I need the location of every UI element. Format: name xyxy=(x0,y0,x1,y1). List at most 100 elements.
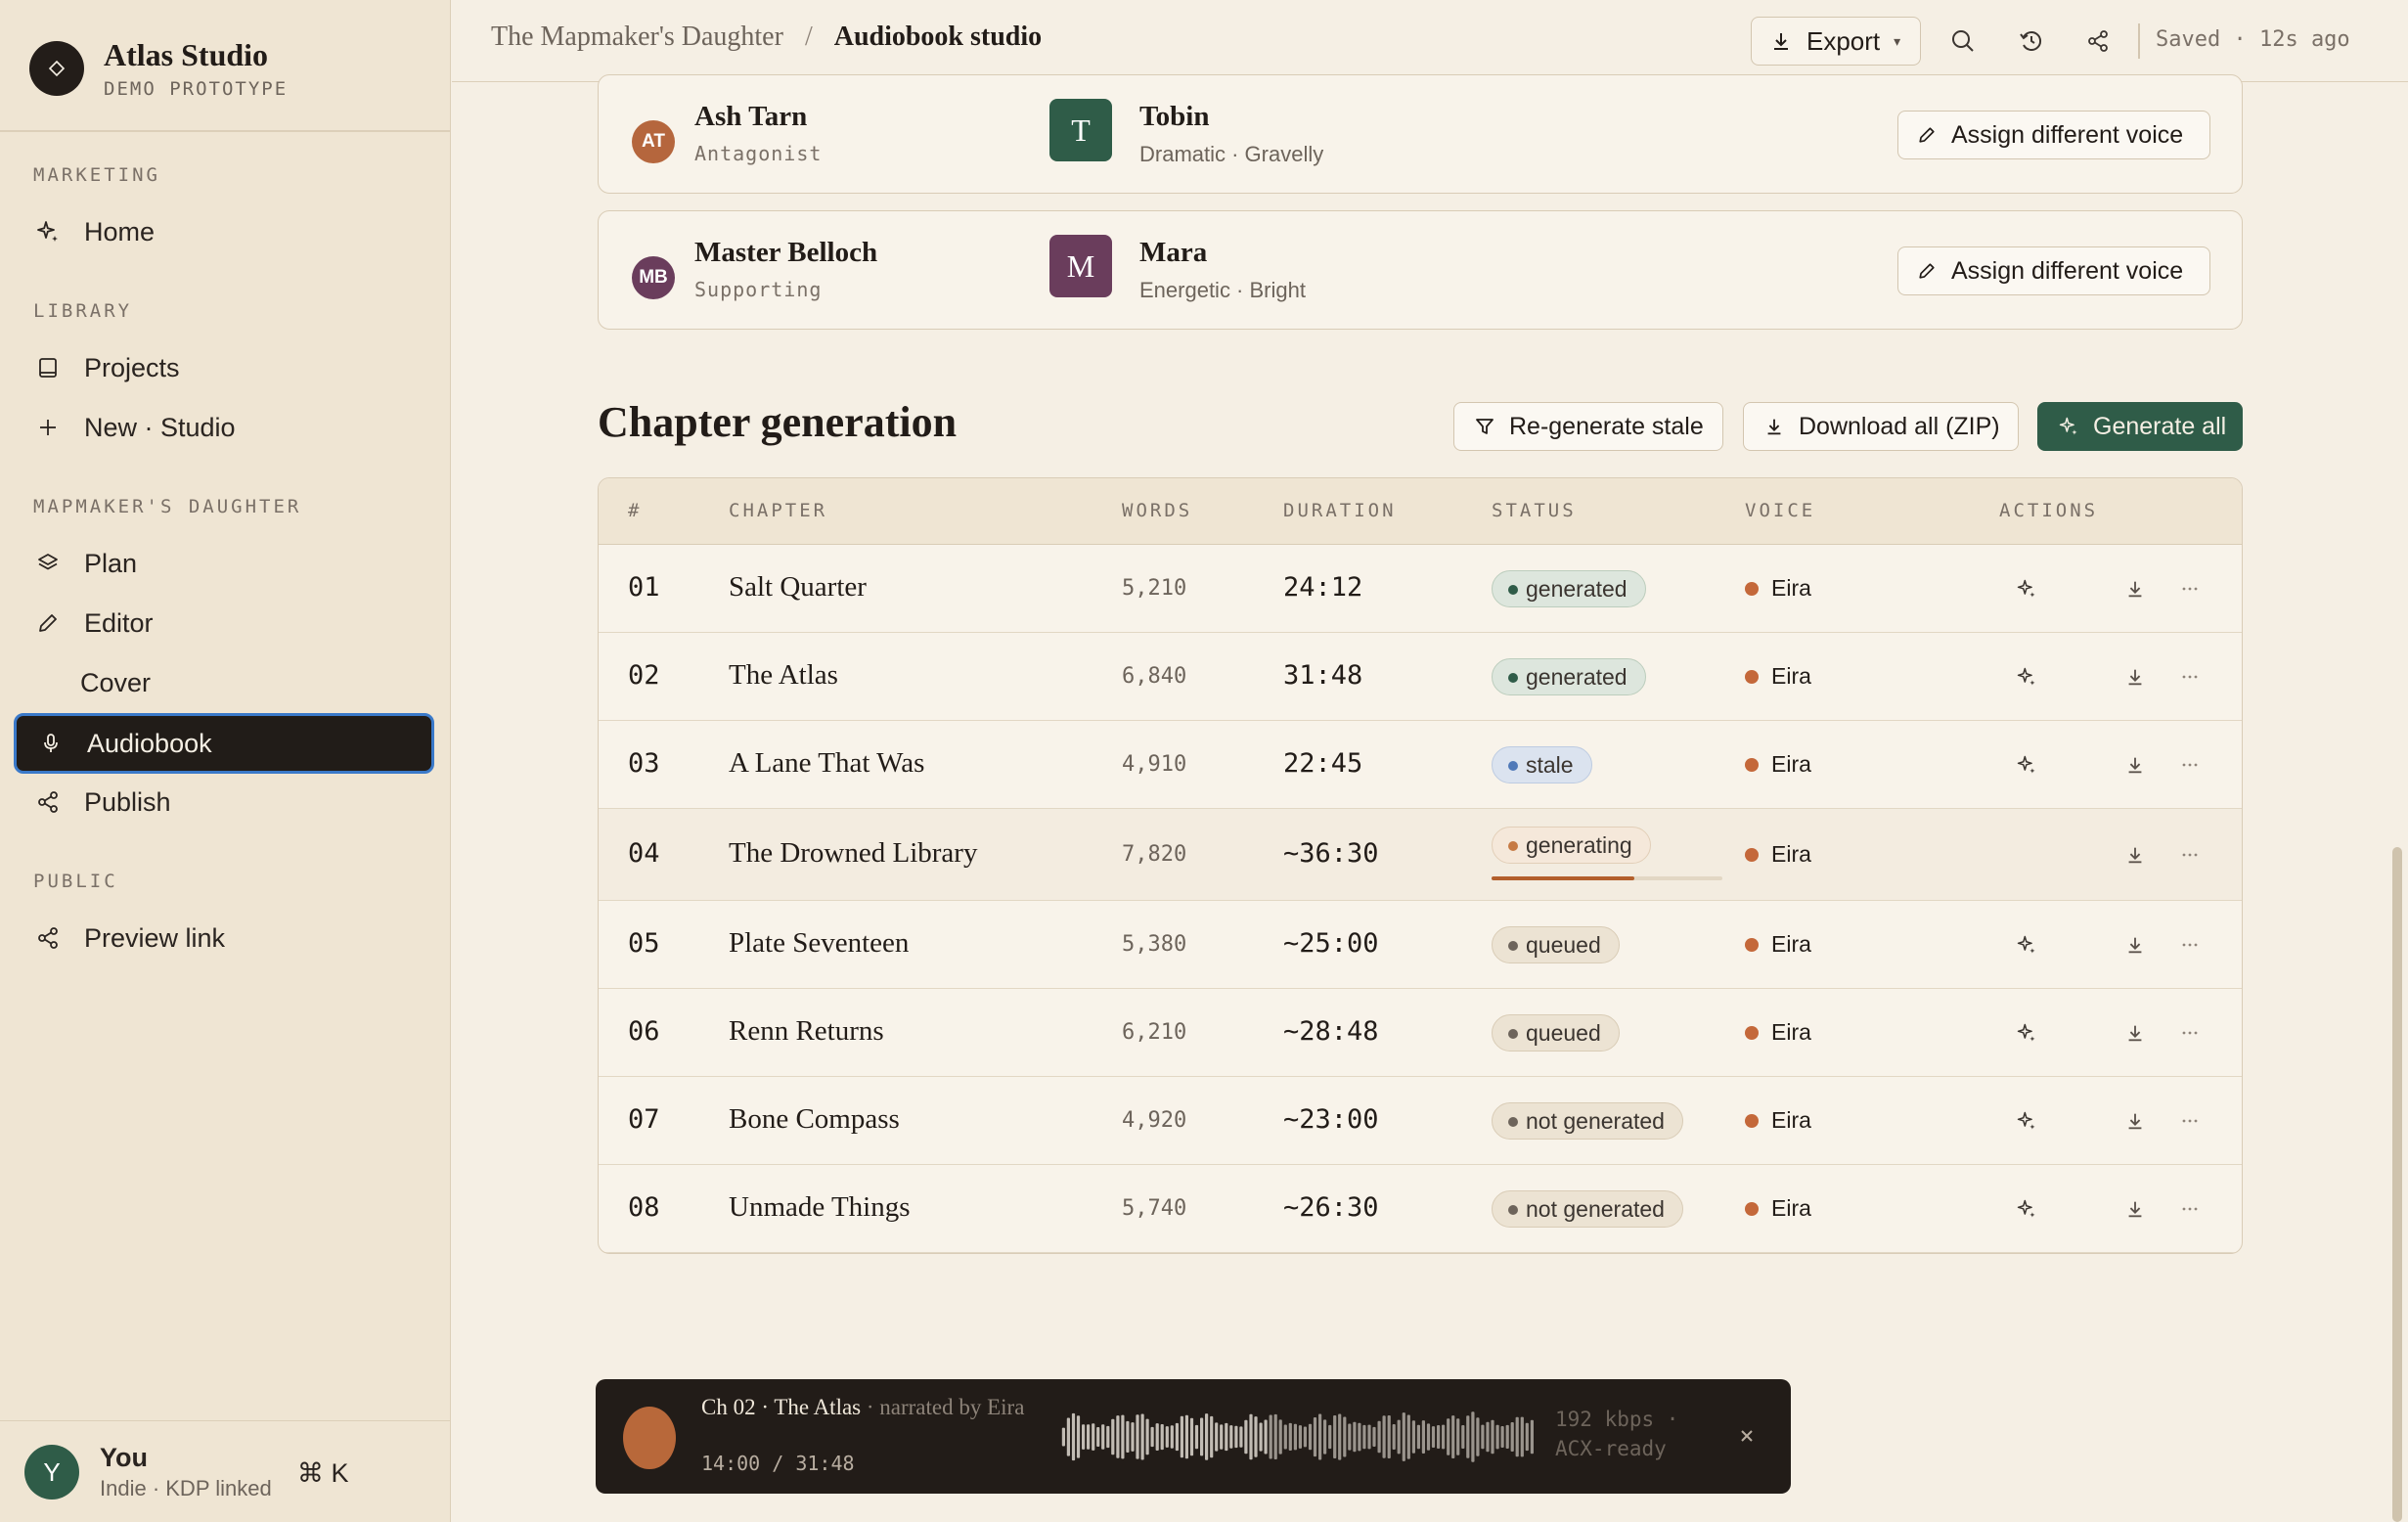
more-options-icon[interactable] xyxy=(2177,1020,2203,1046)
download-chapter-icon[interactable] xyxy=(2122,932,2148,958)
sidebar-item-new-studio[interactable]: New · Studio xyxy=(14,399,434,456)
sidebar-item-plan[interactable]: Plan xyxy=(14,535,434,592)
table-row[interactable]: 07 Bone Compass 4,920 ~23:00 not generated Ei… xyxy=(599,1077,2242,1165)
close-icon[interactable] xyxy=(1733,1422,1761,1450)
breadcrumb-project[interactable]: The Mapmaker's Daughter xyxy=(491,22,783,53)
chapter-word-count: 5,380 xyxy=(1122,932,1187,957)
download-chapter-icon[interactable] xyxy=(2122,664,2148,690)
waveform-bar xyxy=(1239,1426,1243,1448)
pencil-icon xyxy=(1916,124,1938,146)
download-chapter-icon[interactable] xyxy=(2122,1108,2148,1134)
sidebar-item-publish[interactable]: Publish xyxy=(14,774,434,830)
plus-icon xyxy=(33,413,63,442)
generate-chapter-icon[interactable] xyxy=(2014,1020,2039,1046)
player-cover-art xyxy=(623,1407,676,1469)
generate-chapter-icon[interactable] xyxy=(2014,1108,2039,1134)
sidebar-item-label: Plan xyxy=(84,548,138,578)
more-options-icon[interactable] xyxy=(2177,576,2203,602)
chapter-voice[interactable]: Eira xyxy=(1771,841,1811,868)
table-row[interactable]: 01 Salt Quarter 5,210 24:12 generated Eira xyxy=(599,545,2242,633)
sidebar-item-label: Preview link xyxy=(84,922,226,953)
chapter-title[interactable]: Bone Compass xyxy=(729,1103,900,1136)
waveform-bar xyxy=(1298,1425,1302,1449)
generate-chapter-icon[interactable] xyxy=(2014,576,2039,602)
more-options-icon[interactable] xyxy=(2177,932,2203,958)
chapter-voice[interactable]: Eira xyxy=(1771,931,1811,958)
download-chapter-icon[interactable] xyxy=(2122,842,2148,868)
more-options-icon[interactable] xyxy=(2177,1196,2203,1222)
table-row[interactable]: 08 Unmade Things 5,740 ~26:30 not generated E… xyxy=(599,1165,2242,1253)
section-library: LIBRARY xyxy=(33,300,133,322)
generate-chapter-icon[interactable] xyxy=(2014,752,2039,778)
sidebar-item-projects[interactable]: Projects xyxy=(14,339,434,396)
waveform-bar xyxy=(1200,1417,1204,1456)
table-row[interactable]: 03 A Lane That Was 4,910 22:45 stale Eira xyxy=(599,721,2242,809)
waveform-bar xyxy=(1362,1424,1366,1450)
waveform-bar xyxy=(1225,1422,1228,1452)
waveform-bar xyxy=(1318,1413,1322,1460)
status-badge: generated xyxy=(1492,658,1646,695)
scrollbar[interactable] xyxy=(2392,847,2402,1522)
chapter-voice[interactable]: Eira xyxy=(1771,1019,1811,1046)
generate-chapter-icon[interactable] xyxy=(2014,932,2039,958)
generate-chapter-icon[interactable] xyxy=(2014,664,2039,690)
chapter-title[interactable]: Unmade Things xyxy=(729,1191,911,1224)
history-icon[interactable] xyxy=(2015,24,2048,58)
more-options-icon[interactable] xyxy=(2177,664,2203,690)
chapter-title[interactable]: The Drowned Library xyxy=(729,837,977,870)
sidebar-item-audiobook[interactable]: Audiobook xyxy=(14,713,434,774)
more-options-icon[interactable] xyxy=(2177,752,2203,778)
generate-chapter-icon[interactable] xyxy=(2014,1196,2039,1222)
download-chapter-icon[interactable] xyxy=(2122,752,2148,778)
chapter-title[interactable]: Renn Returns xyxy=(729,1015,884,1048)
table-row[interactable]: 06 Renn Returns 6,210 ~28:48 queued Eira xyxy=(599,989,2242,1077)
search-icon[interactable] xyxy=(1946,24,1980,58)
assign-voice-button[interactable]: Assign different voice xyxy=(1897,246,2210,295)
audio-player: Ch 02 · The Atlas · narrated by Eira 14:… xyxy=(596,1379,1791,1494)
download-all-button[interactable]: Download all (ZIP) xyxy=(1743,402,2019,451)
chapter-title[interactable]: Plate Seventeen xyxy=(729,927,909,960)
table-row[interactable]: 02 The Atlas 6,840 31:48 generated Eira xyxy=(599,633,2242,721)
brand[interactable]: Atlas Studio DEMO PROTOTYPE xyxy=(29,37,288,100)
waveform-scrubber[interactable] xyxy=(1061,1410,1535,1463)
chapter-voice[interactable]: Eira xyxy=(1771,751,1811,778)
sidebar-item-cover[interactable]: Cover xyxy=(14,654,434,711)
voice-color-dot xyxy=(1745,1114,1759,1128)
table-row[interactable]: 05 Plate Seventeen 5,380 ~25:00 queued Eira xyxy=(599,901,2242,989)
waveform-bar xyxy=(1406,1414,1410,1459)
assign-voice-button[interactable]: Assign different voice xyxy=(1897,111,2210,159)
generate-all-button[interactable]: Generate all xyxy=(2037,402,2243,451)
regenerate-stale-button[interactable]: Re-generate stale xyxy=(1453,402,1723,451)
more-options-icon[interactable] xyxy=(2177,842,2203,868)
waveform-bar xyxy=(1442,1424,1446,1450)
chapter-voice[interactable]: Eira xyxy=(1771,575,1811,602)
user-menu[interactable]: Y You Indie · KDP linked ⌘ K xyxy=(0,1420,450,1522)
download-chapter-icon[interactable] xyxy=(2122,1020,2148,1046)
download-chapter-icon[interactable] xyxy=(2122,576,2148,602)
assign-voice-label: Assign different voice xyxy=(1951,120,2184,149)
chapter-title[interactable]: A Lane That Was xyxy=(729,747,924,780)
more-options-icon[interactable] xyxy=(2177,1108,2203,1134)
export-button[interactable]: Export ▾ xyxy=(1751,17,1921,66)
chapter-duration: ~25:00 xyxy=(1283,928,1379,959)
sidebar-item-preview-link[interactable]: Preview link xyxy=(14,910,434,966)
waveform-bar xyxy=(1116,1415,1120,1458)
chapter-word-count: 6,840 xyxy=(1122,664,1187,689)
chapter-title[interactable]: The Atlas xyxy=(729,659,838,692)
chapter-number: 05 xyxy=(628,928,660,959)
command-palette-shortcut[interactable]: ⌘ K xyxy=(297,1458,349,1489)
sidebar-item-home[interactable]: Home xyxy=(14,203,434,260)
share-icon[interactable] xyxy=(2081,24,2115,58)
chapter-voice[interactable]: Eira xyxy=(1771,1107,1811,1134)
waveform-bar xyxy=(1087,1424,1091,1450)
chapter-title[interactable]: Salt Quarter xyxy=(729,571,867,604)
waveform-bar xyxy=(1184,1414,1188,1459)
waveform-bar xyxy=(1500,1426,1504,1448)
column-header: WORDS xyxy=(1122,500,1193,521)
table-row[interactable]: 04 The Drowned Library 7,820 ~36:30 generati… xyxy=(599,809,2242,901)
waveform-bar xyxy=(1131,1422,1135,1452)
download-chapter-icon[interactable] xyxy=(2122,1196,2148,1222)
chapter-voice[interactable]: Eira xyxy=(1771,1195,1811,1222)
chapter-voice[interactable]: Eira xyxy=(1771,663,1811,690)
sidebar-item-editor[interactable]: Editor xyxy=(14,595,434,651)
